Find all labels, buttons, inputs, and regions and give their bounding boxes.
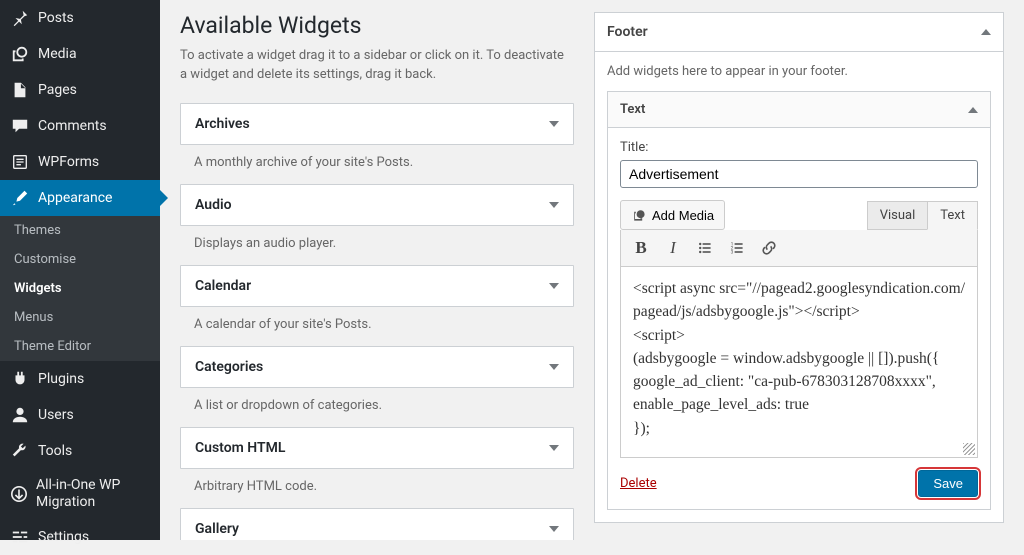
nav-label: Appearance	[38, 190, 112, 206]
nav-label: Comments	[38, 118, 107, 134]
widget-name: Archives	[195, 116, 250, 132]
chevron-up-icon	[968, 107, 978, 113]
widget-name: Categories	[195, 359, 263, 375]
nav-settings[interactable]: Settings	[0, 519, 160, 555]
content-textarea[interactable]: <script async src="//pagead2.googlesyndi…	[621, 267, 977, 457]
widget-instance-header[interactable]: Text	[608, 92, 990, 128]
link-button[interactable]	[755, 235, 783, 261]
nav-wpforms[interactable]: WPForms	[0, 144, 160, 180]
nav-label: Posts	[38, 10, 74, 26]
widget-area-panel: Footer Add widgets here to appear in you…	[594, 12, 1004, 528]
delete-link[interactable]: Delete	[620, 476, 657, 491]
widget-gallery[interactable]: Gallery	[180, 508, 574, 540]
widget-type: Text	[620, 102, 645, 117]
nav-users[interactable]: Users	[0, 397, 160, 433]
area-name: Footer	[607, 24, 648, 40]
widget-name: Gallery	[195, 521, 239, 537]
save-button[interactable]: Save	[918, 470, 978, 497]
widget-audio[interactable]: Audio	[180, 184, 574, 226]
sub-menus[interactable]: Menus	[0, 303, 160, 332]
bullet-list-button[interactable]	[691, 235, 719, 261]
nav-label: Tools	[38, 443, 72, 459]
area-header[interactable]: Footer	[595, 13, 1003, 52]
chevron-up-icon	[981, 29, 991, 35]
pin-icon	[10, 8, 30, 28]
chevron-down-icon	[549, 526, 559, 532]
widget-name: Calendar	[195, 278, 251, 294]
widget-archives[interactable]: Archives	[180, 103, 574, 145]
nav-label: All-in-One WP Migration	[36, 477, 150, 511]
nav-label: Settings	[38, 529, 89, 545]
nav-migration[interactable]: All-in-One WP Migration	[0, 469, 160, 519]
tab-visual[interactable]: Visual	[867, 201, 929, 230]
svg-text:3: 3	[731, 250, 734, 256]
widget-name: Custom HTML	[195, 440, 285, 456]
chevron-down-icon	[549, 445, 559, 451]
widget-name: Audio	[195, 197, 232, 213]
widget-custom-html[interactable]: Custom HTML	[180, 427, 574, 469]
chevron-down-icon	[549, 121, 559, 127]
nav-comments[interactable]: Comments	[0, 108, 160, 144]
chevron-down-icon	[549, 283, 559, 289]
title-input[interactable]	[620, 160, 978, 188]
brush-icon	[10, 188, 30, 208]
italic-button[interactable]: I	[659, 235, 687, 261]
nav-label: Users	[38, 407, 74, 423]
sub-widgets[interactable]: Widgets	[0, 274, 160, 303]
settings-icon	[10, 527, 30, 547]
nav-label: Media	[38, 46, 77, 62]
sub-themes[interactable]: Themes	[0, 216, 160, 245]
nav-media[interactable]: Media	[0, 36, 160, 72]
nav-appearance[interactable]: Appearance	[0, 180, 160, 216]
available-title: Available Widgets	[180, 12, 574, 39]
sub-theme-editor[interactable]: Theme Editor	[0, 332, 160, 361]
nav-posts[interactable]: Posts	[0, 0, 160, 36]
media-icon	[10, 44, 30, 64]
nav-label: Plugins	[38, 371, 84, 387]
add-media-button[interactable]: Add Media	[620, 200, 725, 230]
widget-calendar[interactable]: Calendar	[180, 265, 574, 307]
nav-plugins[interactable]: Plugins	[0, 361, 160, 397]
page-icon	[10, 80, 30, 100]
plugin-icon	[10, 369, 30, 389]
chevron-down-icon	[549, 364, 559, 370]
editor-toolbar: B I 123	[620, 230, 978, 267]
widget-desc: A calendar of your site's Posts.	[180, 307, 574, 346]
widget-categories[interactable]: Categories	[180, 346, 574, 388]
bold-button[interactable]: B	[627, 235, 655, 261]
nav-pages[interactable]: Pages	[0, 72, 160, 108]
migration-icon	[10, 484, 28, 504]
available-help: To activate a widget drag it to a sideba…	[180, 47, 574, 85]
resize-handle[interactable]	[963, 443, 975, 455]
wrench-icon	[10, 441, 30, 461]
widget-desc: A monthly archive of your site's Posts.	[180, 145, 574, 184]
number-list-button[interactable]: 123	[723, 235, 751, 261]
form-icon	[10, 152, 30, 172]
sub-customise[interactable]: Customise	[0, 245, 160, 274]
widget-desc: Displays an audio player.	[180, 226, 574, 265]
tab-text[interactable]: Text	[927, 201, 978, 230]
user-icon	[10, 405, 30, 425]
nav-label: Pages	[38, 82, 77, 98]
title-label: Title:	[620, 140, 978, 155]
available-widgets-panel: Available Widgets To activate a widget d…	[180, 12, 574, 528]
chevron-down-icon	[549, 202, 559, 208]
comment-icon	[10, 116, 30, 136]
nav-label: WPForms	[38, 154, 99, 170]
area-help: Add widgets here to appear in your foote…	[607, 64, 991, 79]
add-media-label: Add Media	[652, 208, 714, 223]
widget-desc: Arbitrary HTML code.	[180, 469, 574, 508]
nav-tools[interactable]: Tools	[0, 433, 160, 469]
widget-desc: A list or dropdown of categories.	[180, 388, 574, 427]
admin-sidebar: Posts Media Pages Comments WPForms Appea…	[0, 0, 160, 540]
